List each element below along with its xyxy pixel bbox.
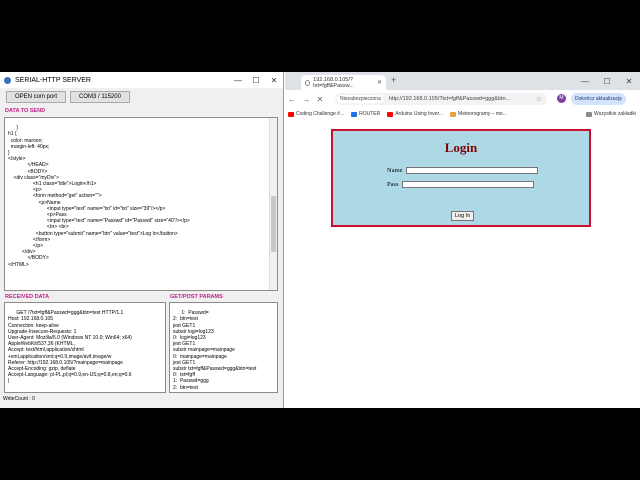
received-data-text: GET /?txt=fgff&Passwd=ggg&btn=test HTTP/… [8,310,132,385]
name-input[interactable] [405,167,538,174]
tab-strip: 192.168.0.105/?txt=fgff&Passw... ✕ + — ☐… [285,72,640,90]
pass-input[interactable] [401,181,534,188]
forward-icon[interactable]: → [299,95,313,104]
login-title: Login [444,140,478,155]
back-icon[interactable]: ← [285,95,299,104]
not-secure-badge[interactable]: Niezabezpieczona [337,95,384,103]
desktop-screen: SERIAL-HTTP SERVER — ☐ ✕ OPEN com port C… [0,72,640,408]
bookmark-label: Arduino Using Inver... [395,111,444,117]
pass-label: Pass [387,181,399,188]
folder-icon [586,111,593,117]
params-text: 1: Passwd= 2: btn=test jest GET1 substr … [173,310,257,391]
star-icon[interactable]: ☆ [536,95,542,103]
bookmark-item[interactable]: Arduino Using Inver... [387,111,443,117]
serial-toolbar: OPEN com port COM3 / 115200 [0,90,283,104]
tab-close-icon[interactable]: ✕ [377,79,382,86]
data-to-send-textarea[interactable]: } h1 { color: maroon; margin-left: 40px;… [4,117,278,291]
com-port-button[interactable]: COM3 / 115200 [70,91,130,103]
serial-titlebar: SERIAL-HTTP SERVER — ☐ ✕ [0,72,283,88]
pass-row: Pass [387,181,534,188]
web-page: Login Name Pass Log In [285,120,640,408]
address-bar-row: ← → ✕ Niezabezpieczona http://192.168.0.… [285,90,640,108]
login-button[interactable]: Log In [451,211,475,221]
name-row: Name [387,167,538,174]
app-icon [4,76,11,84]
new-tab-icon[interactable]: + [391,75,396,85]
data-to-send-label: DATA TO SEND [5,108,46,114]
browser-tab[interactable]: 192.168.0.105/?txt=fgff&Passw... ✕ [301,75,386,90]
bookmark-label: ROUTER [359,111,381,117]
bookmark-item[interactable]: Coding Challenge #... [288,111,344,117]
youtube-icon [288,111,294,117]
youtube-icon [387,111,394,117]
bookmark-label: Meteorogramy – me... [458,111,507,117]
stop-icon[interactable]: ✕ [313,95,327,104]
bookmark-item[interactable]: ROUTER [351,111,380,117]
write-count: WriteCount : 0 [3,396,35,402]
maximize-icon[interactable]: ☐ [247,76,265,85]
profile-avatar[interactable]: M [557,94,566,103]
bookmark-label: Coding Challenge #... [296,111,345,117]
data-to-send-text: } h1 { color: maroon; margin-left: 40px;… [8,125,190,268]
update-button[interactable]: Dokończ aktualizację [571,93,626,105]
data-scrollbar[interactable] [269,118,277,290]
tab-title: 192.168.0.105/?txt=fgff&Passw... [313,76,354,89]
open-com-port-button[interactable]: OPEN com port [6,91,67,103]
window-title: SERIAL-HTTP SERVER [15,76,91,84]
received-data-label: RECEIVED DATA [5,294,50,300]
globe-icon [305,79,311,86]
url-text[interactable]: http://192.168.0.105/?txt=fgff&Passwd=gg… [389,96,510,102]
bookmark-label: Wszystkie zakładki [594,111,636,117]
get-post-params-label: GET/POST PARAMS [170,294,223,300]
received-data-textarea[interactable]: GET /?txt=fgff&Passwd=ggg&btn=test HTTP/… [4,302,166,393]
login-form-container: Login Name Pass Log In [331,129,591,227]
name-label: Name [387,167,403,174]
close-icon[interactable]: ✕ [265,76,283,85]
weather-icon [450,111,457,117]
maximize-icon[interactable]: ☐ [596,77,618,86]
browser-window: 192.168.0.105/?txt=fgff&Passw... ✕ + — ☐… [285,72,640,408]
get-post-params-textarea[interactable]: 1: Passwd= 2: btn=test jest GET1 substr … [169,302,278,393]
minimize-icon[interactable]: — [229,76,247,85]
serial-http-server-window: SERIAL-HTTP SERVER — ☐ ✕ OPEN com port C… [0,72,284,408]
bookmark-item[interactable]: Meteorogramy – me... [450,111,507,117]
browser-window-controls: — ☐ ✕ [574,72,640,90]
minimize-icon[interactable]: — [574,77,596,86]
scroll-thumb[interactable] [271,196,276,252]
router-icon [351,111,358,117]
all-bookmarks-item[interactable]: Wszystkie zakładki [586,111,636,117]
close-icon[interactable]: ✕ [618,77,640,86]
omnibox[interactable]: Niezabezpieczona http://192.168.0.105/?t… [335,93,547,105]
